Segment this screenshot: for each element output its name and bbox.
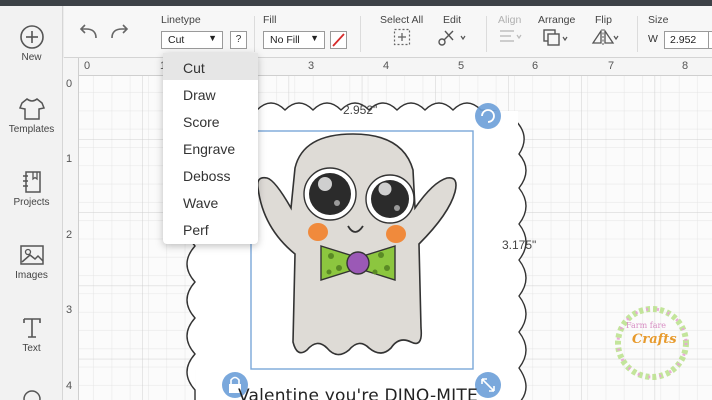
linetype-dropdown-menu: Cut Draw Score Engrave Deboss Wave Perf	[163, 53, 258, 244]
linetype-label: Linetype	[161, 14, 201, 26]
menu-item-draw[interactable]: Draw	[163, 80, 258, 107]
plus-circle-icon	[19, 25, 44, 49]
sidebar-item-label: New	[21, 52, 42, 63]
ruler-tick: 5	[458, 60, 465, 72]
sidebar-item-label: Text	[22, 343, 41, 354]
watermark-line2: Crafts	[632, 332, 677, 347]
selection-height-label: 3.175"	[502, 238, 537, 252]
flip-icon[interactable]	[590, 28, 620, 48]
select-all-label: Select All	[380, 14, 424, 26]
chevron-down-icon: ▼	[208, 33, 217, 43]
sidebar-item-more[interactable]	[0, 386, 63, 400]
size-label: Size	[648, 14, 669, 26]
ruler-tick: 3	[308, 60, 315, 72]
horizontal-ruler: 0 1 2 3 4 5 6 7 8	[63, 58, 712, 76]
ruler-tick: 3	[66, 304, 73, 316]
fill-label: Fill	[263, 14, 277, 26]
ruler-tick: 7	[608, 60, 615, 72]
linetype-select[interactable]: Cut ▼	[161, 31, 223, 49]
sidebar-item-label: Images	[15, 270, 48, 281]
linetype-help-button[interactable]: ?	[230, 31, 247, 49]
design-caption-text: Valentine you're DINO-MITE	[238, 386, 478, 400]
image-icon	[19, 245, 44, 265]
ruler-tick: 8	[682, 60, 689, 72]
vertical-ruler: 0 1 2 3 4	[63, 58, 79, 400]
width-input[interactable]: 2.952	[664, 31, 712, 49]
ruler-tick: 6	[532, 60, 539, 72]
width-label: W	[648, 33, 658, 45]
sidebar-item-label: Projects	[13, 197, 50, 208]
arrange-icon[interactable]	[542, 28, 570, 48]
menu-item-deboss[interactable]: Deboss	[163, 161, 258, 188]
edit-tools-icon[interactable]	[437, 28, 467, 48]
sidebar-item-text[interactable]: Text	[0, 315, 63, 354]
ruler-tick: 0	[66, 78, 73, 90]
menu-item-perf[interactable]: Perf	[163, 215, 258, 242]
select-all-icon[interactable]	[393, 28, 411, 46]
design-artwork[interactable]	[63, 58, 712, 400]
sidebar-item-projects[interactable]: Projects	[0, 169, 63, 208]
phrases-icon	[22, 390, 41, 400]
redo-icon[interactable]	[109, 23, 131, 41]
sidebar-item-label: Templates	[8, 124, 55, 135]
ruler-tick: 4	[383, 60, 390, 72]
edit-toolbar: Linetype Cut ▼ ? Fill No Fill ▼ Select A…	[64, 6, 712, 58]
arrange-label: Arrange	[538, 14, 576, 26]
design-canvas[interactable]: Farm fare Crafts	[63, 58, 712, 400]
lock-ratio-toggle[interactable]	[708, 31, 712, 49]
sidebar-item-new[interactable]: New	[0, 24, 63, 63]
tshirt-icon	[18, 98, 45, 120]
align-icon[interactable]	[498, 28, 524, 46]
ruler-tick: 0	[84, 60, 91, 72]
menu-item-score[interactable]: Score	[163, 107, 258, 134]
sidebar-item-templates[interactable]: Templates	[0, 96, 63, 135]
resize-handle[interactable]	[475, 372, 501, 398]
undo-icon[interactable]	[77, 23, 99, 41]
flip-label: Flip	[595, 14, 612, 26]
fill-value: No Fill	[270, 34, 300, 46]
menu-item-cut[interactable]: Cut	[163, 53, 258, 80]
divider	[486, 16, 487, 52]
menu-item-wave[interactable]: Wave	[163, 188, 258, 215]
ruler-tick: 4	[66, 380, 73, 392]
selection-width-label: 2.952"	[343, 103, 378, 117]
edit-label: Edit	[443, 14, 462, 26]
ruler-tick: 2	[66, 229, 73, 241]
divider	[637, 16, 638, 52]
linetype-value: Cut	[168, 34, 185, 46]
ruler-tick: 1	[66, 153, 73, 165]
fill-color-swatch[interactable]	[330, 31, 347, 49]
no-color-slash-icon	[332, 33, 345, 47]
align-label: Align	[498, 14, 522, 26]
watermark-line1: Farm fare	[626, 321, 667, 330]
notebook-icon	[22, 171, 41, 193]
sidebar-item-images[interactable]: Images	[0, 242, 63, 281]
text-t-icon	[22, 318, 41, 338]
menu-item-engrave[interactable]: Engrave	[163, 134, 258, 161]
chevron-down-icon: ▼	[310, 33, 319, 43]
rotate-handle[interactable]	[475, 103, 501, 129]
fill-select[interactable]: No Fill ▼	[263, 31, 325, 49]
divider	[360, 16, 361, 52]
left-sidebar: New Templates Projects Images Text	[0, 6, 63, 400]
divider	[254, 16, 255, 52]
